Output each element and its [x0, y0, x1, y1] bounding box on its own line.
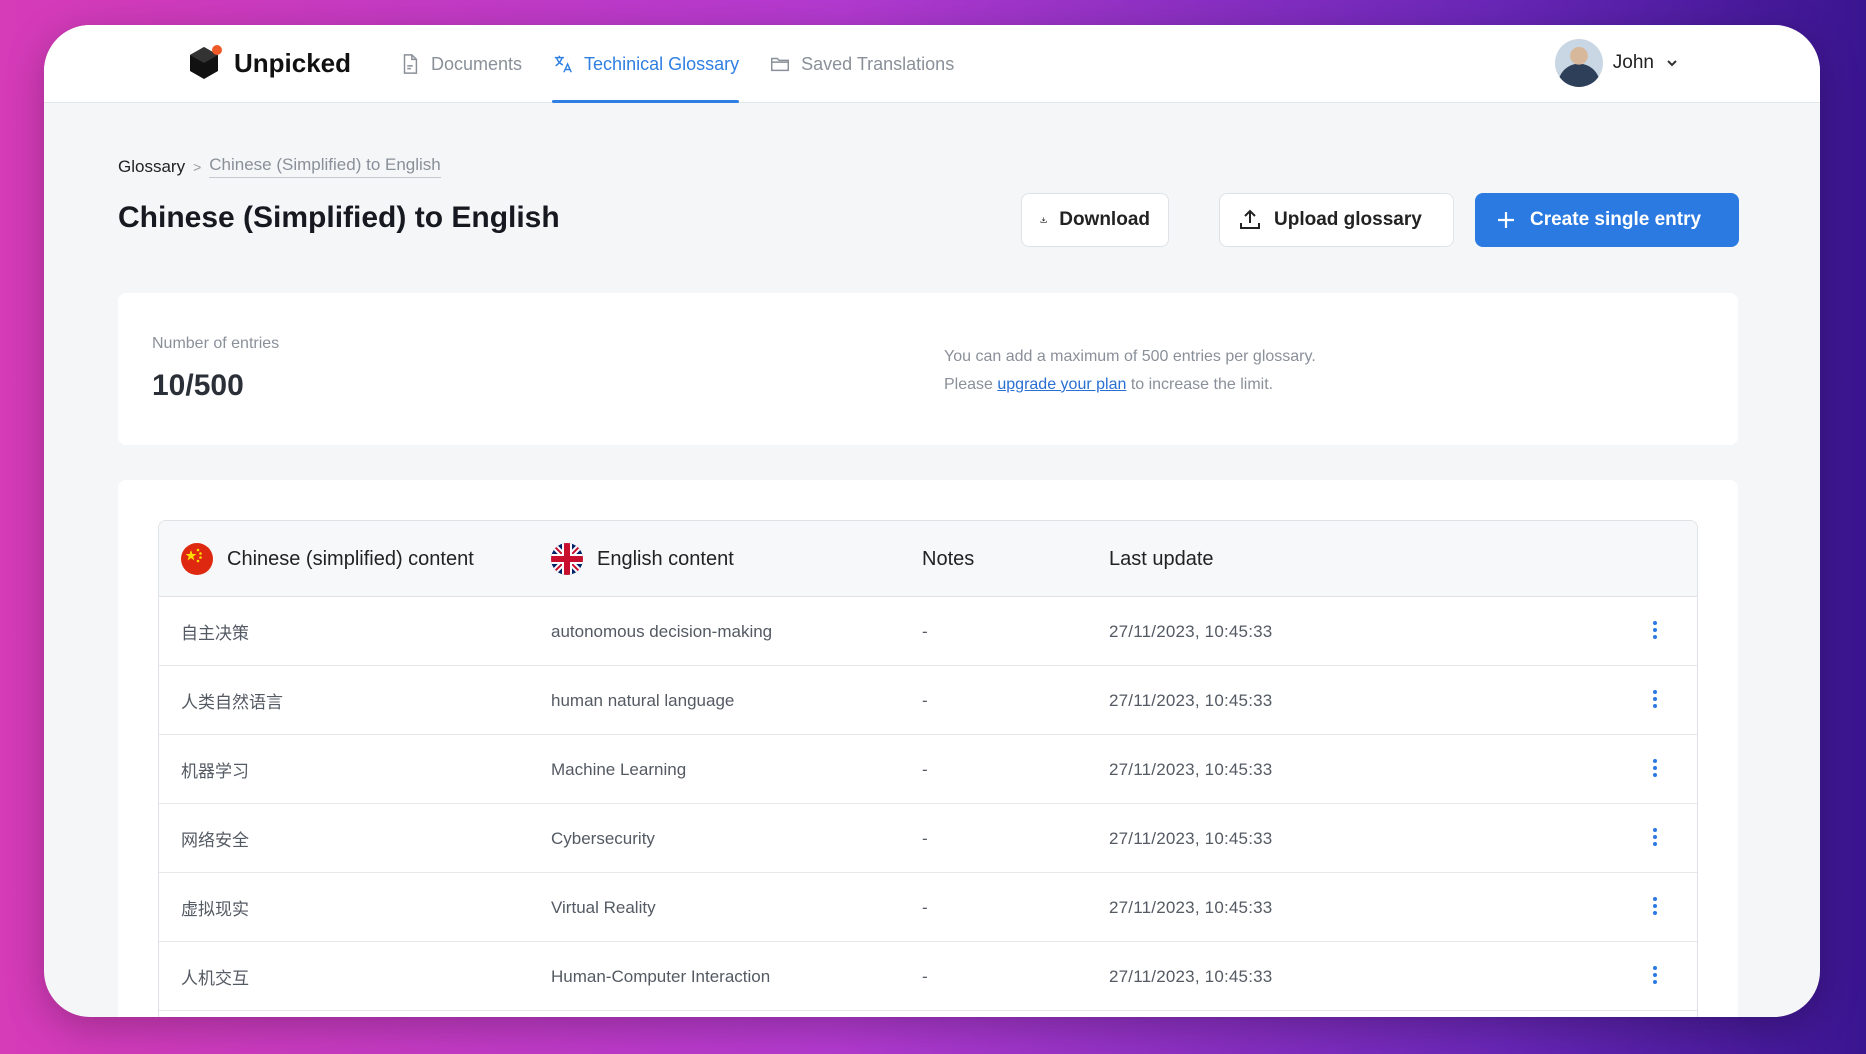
row-actions-menu-icon[interactable]	[1649, 895, 1661, 919]
nav-saved-translations[interactable]: Saved Translations	[754, 25, 969, 103]
glossary-table: Chinese (simplified) content English con…	[158, 520, 1698, 1017]
download-button-label: Download	[1059, 209, 1150, 230]
row-actions-menu-icon[interactable]	[1649, 619, 1661, 643]
column-header-notes: Notes	[922, 547, 975, 570]
folder-icon	[771, 57, 790, 72]
column-header-target-label: English content	[597, 547, 734, 570]
entries-stats-card: Number of entries 10/500 You can add a m…	[118, 293, 1738, 445]
cell-source: 网络安全	[181, 831, 249, 850]
column-header-last-update: Last update	[1109, 547, 1214, 570]
table-row[interactable]: 人类自然语言 human natural language - 27/11/2023,…	[159, 666, 1697, 735]
nav-technical-glossary-label: Techinical Glossary	[584, 53, 740, 74]
cell-last-update: 27/11/2023, 10:45:33	[1109, 621, 1273, 641]
cell-source: 机器学习	[181, 762, 249, 781]
download-button[interactable]: Download	[1021, 193, 1169, 247]
user-name: John	[1612, 52, 1654, 73]
cell-source: 自主决策	[181, 624, 249, 643]
entries-limit-note-line2: Please upgrade your plan to increase the…	[944, 371, 1316, 399]
cell-notes: -	[922, 759, 928, 779]
note-suffix: to increase the limit.	[1130, 376, 1274, 393]
user-menu[interactable]: John	[1554, 39, 1680, 87]
table-header: Chinese (simplified) content English con…	[159, 521, 1697, 597]
cell-last-update: 27/11/2023, 10:45:33	[1109, 966, 1273, 986]
cell-notes: -	[922, 621, 928, 641]
table-row[interactable]: 自主决策 autonomous decision-making - 27/11/202…	[159, 597, 1697, 666]
upload-glossary-button[interactable]: Upload glossary	[1219, 193, 1454, 247]
table-row[interactable]: 人机交互 Human-Computer Interaction - 27/11/202…	[159, 942, 1697, 1011]
page-title: Chinese (Simplified) to English	[118, 201, 560, 234]
cell-target: Cybersecurity	[551, 828, 655, 848]
column-header-source: Chinese (simplified) content	[181, 521, 474, 597]
cell-notes: -	[922, 897, 928, 917]
chevron-down-icon	[1667, 60, 1677, 67]
avatar	[1554, 39, 1603, 87]
entries-limit-note-line1: You can add a maximum of 500 entries per…	[944, 348, 1316, 365]
breadcrumb-current: Chinese (Simplified) to English	[209, 155, 441, 178]
table-row[interactable]: 机器学习 Machine Learning - 27/11/2023, 10:45:3…	[159, 735, 1697, 804]
app-logo[interactable]: Unpicked	[184, 43, 351, 83]
table-row[interactable]: 虚拟现实 Virtual Reality - 27/11/2023, 10:45:33	[159, 873, 1697, 942]
create-single-entry-button[interactable]: Create single entry	[1475, 193, 1739, 247]
cell-target: Virtual Reality	[551, 897, 656, 917]
cell-notes: -	[922, 966, 928, 986]
note-prefix: Please	[944, 376, 993, 393]
translate-icon	[554, 55, 572, 73]
upgrade-plan-link[interactable]: upgrade your plan	[997, 376, 1126, 393]
cell-last-update: 27/11/2023, 10:45:33	[1109, 897, 1273, 917]
cell-target: human natural language	[551, 690, 735, 710]
table-row[interactable]: 网络安全 Cybersecurity - 27/11/2023, 10:45:33	[159, 804, 1697, 873]
cell-source: 虚拟现实	[181, 900, 249, 919]
nav-technical-glossary[interactable]: Techinical Glossary	[537, 25, 754, 103]
plus-icon	[1498, 212, 1514, 228]
row-actions-menu-icon[interactable]	[1649, 757, 1661, 781]
app-name: Unpicked	[234, 47, 352, 78]
upload-icon	[1240, 209, 1260, 229]
column-header-source-label: Chinese (simplified) content	[227, 547, 474, 570]
nav-documents-label: Documents	[431, 53, 523, 74]
entries-count-value: 10/500	[152, 369, 244, 402]
create-single-entry-button-label: Create single entry	[1530, 209, 1702, 230]
cell-target: Human-Computer Interaction	[551, 966, 771, 986]
row-actions-menu-icon[interactable]	[1649, 964, 1661, 988]
cell-source: 人机交互	[181, 969, 249, 988]
table-body: 自主决策 autonomous decision-making - 27/11/202…	[159, 597, 1697, 1011]
row-actions-menu-icon[interactable]	[1649, 826, 1661, 850]
breadcrumb-separator: >	[193, 158, 202, 175]
document-icon	[403, 54, 418, 74]
breadcrumb-glossary-link[interactable]: Glossary	[118, 157, 185, 177]
cell-notes: -	[922, 828, 928, 848]
main-nav: Documents Techinical Glossary Saved Tran…	[384, 25, 969, 103]
cell-last-update: 27/11/2023, 10:45:33	[1109, 759, 1273, 779]
cell-source: 人类自然语言	[181, 693, 283, 712]
nav-saved-translations-label: Saved Translations	[801, 53, 955, 74]
cell-last-update: 27/11/2023, 10:45:33	[1109, 828, 1273, 848]
uk-flag-icon	[551, 543, 583, 575]
cell-notes: -	[922, 690, 928, 710]
nav-documents[interactable]: Documents	[384, 25, 537, 103]
top-nav-bar: Unpicked Documents Techinical Glossary S…	[44, 25, 1820, 103]
entries-count-label: Number of entries	[152, 335, 280, 352]
upload-glossary-button-label: Upload glossary	[1274, 209, 1422, 230]
cell-target: autonomous decision-making	[551, 621, 773, 641]
cell-target: Machine Learning	[551, 759, 687, 779]
app-window: Unpicked Documents Techinical Glossary S…	[44, 25, 1820, 1017]
logo-icon	[184, 43, 224, 83]
row-actions-menu-icon[interactable]	[1649, 688, 1661, 712]
cell-last-update: 27/11/2023, 10:45:33	[1109, 690, 1273, 710]
download-icon	[1040, 217, 1047, 223]
column-header-target: English content	[551, 521, 734, 597]
china-flag-icon	[181, 543, 213, 575]
glossary-table-card: Chinese (simplified) content English con…	[118, 480, 1738, 1017]
entries-limit-note: You can add a maximum of 500 entries per…	[944, 343, 1316, 399]
breadcrumb: Glossary > Chinese (Simplified) to Engli…	[118, 155, 441, 178]
